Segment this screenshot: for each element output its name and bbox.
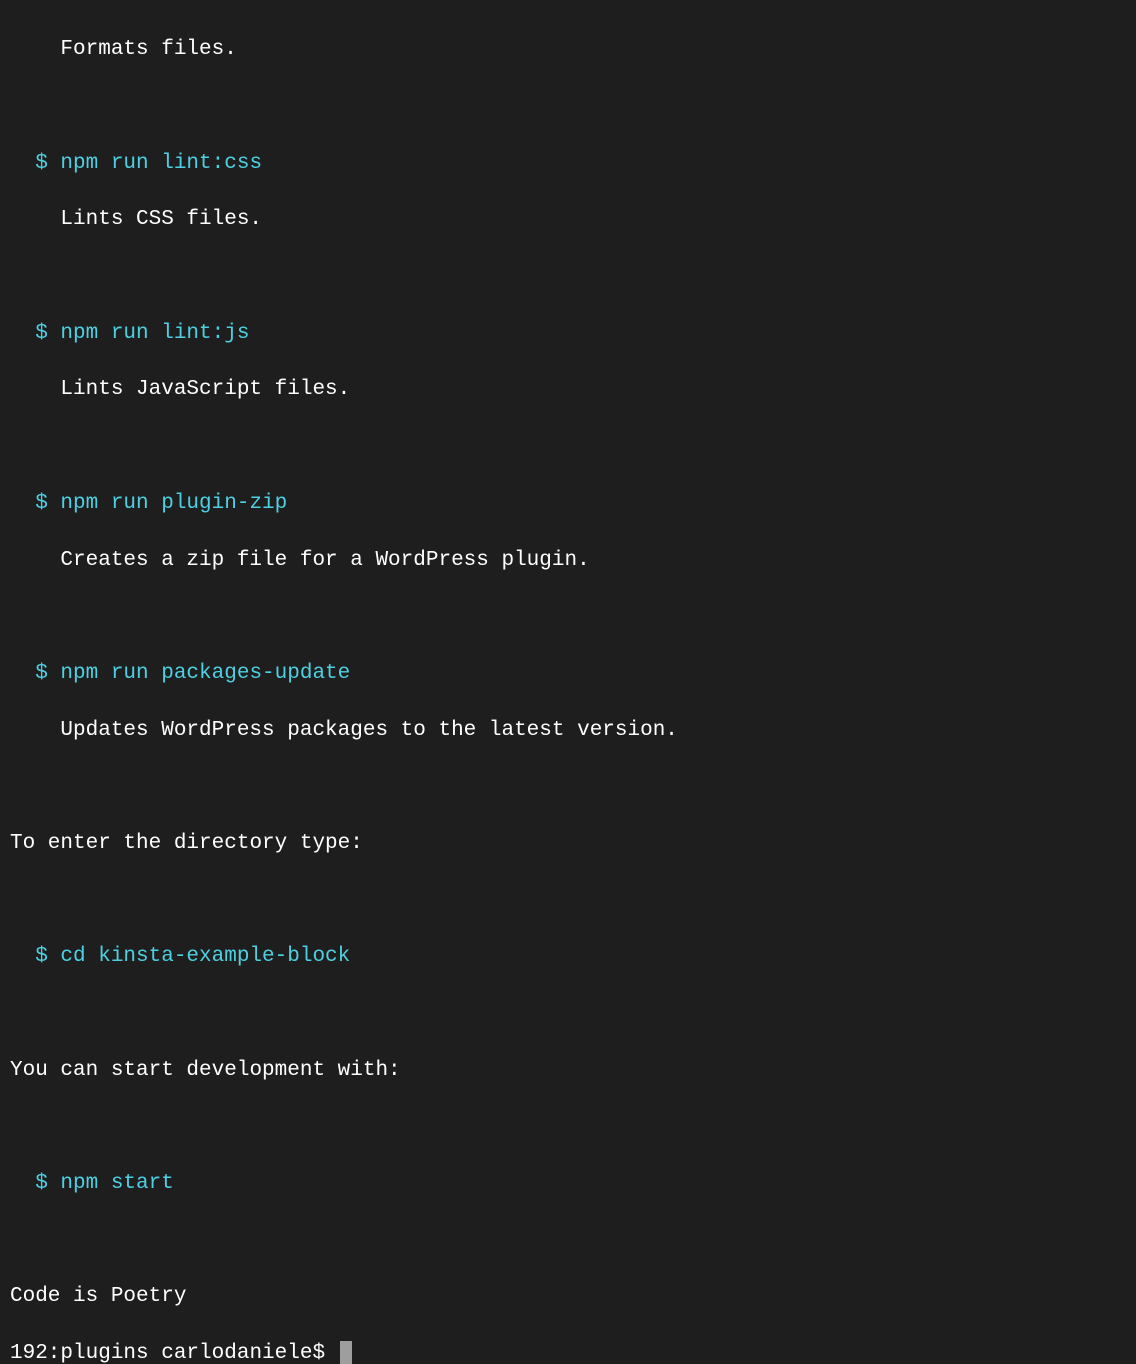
code-is-poetry: Code is Poetry xyxy=(10,1285,186,1308)
cmd-packages-update: $ npm run packages-update xyxy=(35,662,350,685)
cmd-npm-start: $ npm start xyxy=(35,1172,174,1195)
cmd-plugin-zip: $ npm run plugin-zip xyxy=(35,492,287,515)
enter-directory-text: To enter the directory type: xyxy=(10,832,363,855)
cmd-lint-js: $ npm run lint:js xyxy=(35,322,249,345)
desc-formats: Formats files. xyxy=(60,38,236,61)
desc-lint-css: Lints CSS files. xyxy=(60,208,262,231)
start-dev-text: You can start development with: xyxy=(10,1059,401,1082)
terminal-output: Formats files. $ npm run lint:css Lints … xyxy=(10,8,1126,1364)
cmd-lint-css: $ npm run lint:css xyxy=(35,152,262,175)
desc-plugin-zip: Creates a zip file for a WordPress plugi… xyxy=(60,549,589,572)
cursor-icon xyxy=(340,1341,352,1364)
desc-lint-js: Lints JavaScript files. xyxy=(60,378,350,401)
desc-packages-update: Updates WordPress packages to the latest… xyxy=(60,719,678,742)
shell-prompt[interactable]: 192:plugins carlodaniele$ xyxy=(10,1342,338,1364)
cmd-cd: $ cd kinsta-example-block xyxy=(35,945,350,968)
